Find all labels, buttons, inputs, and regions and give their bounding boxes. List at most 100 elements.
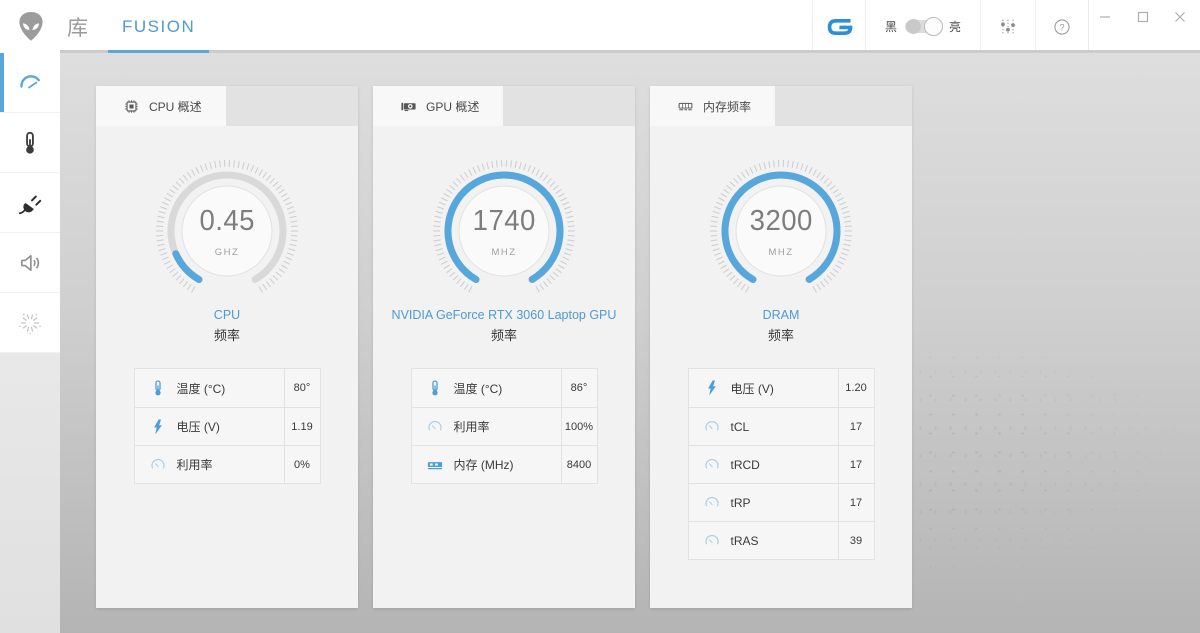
stat-label: 温度 (°C) [454, 380, 503, 397]
gpu-gauge-unit: MHZ [491, 247, 516, 258]
main-content: CPU 概述 0.45 GHZ CPU 频率 温度 [60, 53, 1200, 633]
cpu-gauge-sublabel: 频率 [214, 325, 240, 344]
gpu-gauge-value: 1740 [472, 205, 535, 238]
table-row: tCL17 [689, 407, 874, 445]
sidebar [0, 53, 60, 633]
utilization-icon [149, 456, 167, 474]
stat-value: 0% [284, 446, 320, 483]
titlebar: 库 FUSION 黑 亮 ? [0, 0, 1200, 53]
gpu-card-header: GPU 概述 [373, 86, 635, 126]
table-row: tRAS 39 [689, 521, 874, 559]
bolt-icon [149, 418, 167, 436]
speedometer-icon [17, 70, 43, 96]
sidebar-item-spray-burst[interactable] [0, 293, 60, 353]
theme-toggle-knob[interactable] [924, 17, 943, 36]
memory-frequency-card: 内存频率 3200 MHZ DRAM 频率 电压 ( [650, 86, 912, 608]
memory-gauge-unit: MHZ [768, 247, 793, 258]
utilization-icon [703, 532, 721, 550]
titlebar-left: 库 FUSION [0, 0, 812, 53]
table-row: 温度 (°C) 86° [412, 369, 597, 407]
table-row: tRP 17 [689, 483, 874, 521]
cpu-stats-table: 温度 (°C) 80° 电压 (V) 1.19 利用率 0% [134, 368, 321, 484]
close-button[interactable] [1174, 10, 1186, 22]
table-row: 温度 (°C) 80° [135, 369, 320, 407]
stat-value: 17 [838, 446, 874, 483]
theme-toggle-blob [906, 19, 921, 34]
memory-gauge-sublabel: 频率 [763, 325, 800, 344]
stat-value: 39 [838, 522, 874, 559]
stat-value: 8400 [561, 446, 597, 483]
cards-row: CPU 概述 0.45 GHZ CPU 频率 温度 [60, 53, 1200, 608]
utilization-icon [703, 456, 721, 474]
titlebar-right: 黑 亮 ? [812, 0, 1200, 53]
alienware-logo-icon [16, 8, 50, 46]
cpu-chip-icon [123, 98, 140, 115]
stat-label: tCL [731, 420, 750, 434]
cpu-gauge-unit: GHZ [215, 247, 240, 258]
speaker-icon [17, 250, 43, 276]
stat-label: 利用率 [454, 418, 490, 435]
stat-value: 100% [561, 408, 597, 445]
memory-card-body: 3200 MHZ DRAM 频率 电压 (V)1.20tCL17tRCD17tR… [650, 126, 912, 608]
stat-label: 利用率 [177, 456, 213, 473]
tab-fusion[interactable]: FUSION [114, 0, 203, 53]
bolt-icon [703, 379, 721, 397]
cpu-gauge: 0.45 GHZ [152, 156, 302, 306]
sidebar-item-thermometer[interactable] [0, 113, 60, 173]
cpu-card-tab: CPU 概述 [96, 86, 226, 126]
cpu-card-title: CPU 概述 [149, 98, 202, 115]
stat-label: 电压 (V) [731, 380, 774, 397]
theme-light-label: 亮 [949, 18, 961, 35]
window-controls [1088, 0, 1200, 53]
cpu-card-body: 0.45 GHZ CPU 频率 温度 (°C)80°电压 (V)1.19利用率0… [96, 126, 358, 608]
table-row: tRCD 17 [689, 445, 874, 483]
stat-label: 内存 (MHz) [454, 456, 514, 473]
gpu-gauge: 1740 MHZ [429, 156, 579, 306]
table-row: 利用率 0% [135, 445, 320, 483]
gpu-stats-table: 温度 (°C) 86° 利用率 100% 内存 (MHz) 8400 [411, 368, 598, 484]
stat-label: 电压 (V) [177, 418, 220, 435]
cpu-overview-card: CPU 概述 0.45 GHZ CPU 频率 温度 [96, 86, 358, 608]
theme-dark-label: 黑 [885, 18, 897, 35]
stat-label: tRP [731, 496, 751, 510]
settings-button[interactable] [980, 0, 1035, 53]
table-row: 利用率 100% [412, 407, 597, 445]
memory-gauge: 3200 MHZ [706, 156, 856, 306]
help-button[interactable]: ? [1035, 0, 1088, 53]
minimize-button[interactable] [1099, 10, 1111, 22]
ram-outline-icon [677, 98, 694, 115]
stat-value: 1.20 [838, 369, 874, 407]
stat-value: 80° [284, 369, 320, 407]
stat-label: tRAS [731, 534, 759, 548]
sidebar-item-speedometer[interactable] [0, 53, 60, 113]
table-row: 电压 (V) 1.19 [135, 407, 320, 445]
utilization-icon [426, 418, 444, 436]
theme-toggle-track[interactable] [905, 20, 941, 33]
gpu-card-tab: GPU 概述 [373, 86, 503, 126]
memory-card-tab: 内存频率 [650, 86, 775, 126]
g-mode-button[interactable] [812, 0, 865, 53]
memory-gauge-value: 3200 [749, 205, 812, 238]
settings-sliders-icon [997, 16, 1019, 38]
gpu-overview-card: GPU 概述 1740 MHZ NVIDIA GeForce RTX 3060 … [373, 86, 635, 608]
stat-value: 1.19 [284, 408, 320, 445]
sidebar-item-power-plug[interactable] [0, 173, 60, 233]
thermometer-icon [149, 379, 167, 397]
sidebar-item-speaker[interactable] [0, 233, 60, 293]
gpu-gauge-sublabel: 频率 [392, 325, 617, 344]
tab-library[interactable]: 库 [67, 12, 90, 42]
theme-toggle[interactable]: 黑 亮 [865, 0, 980, 53]
memory-card-title: 内存频率 [703, 98, 751, 115]
g-logo-icon [822, 13, 856, 41]
stat-value: 86° [561, 369, 597, 407]
stat-label: tRCD [731, 458, 760, 472]
stat-label: 温度 (°C) [177, 380, 226, 397]
thermometer-icon [426, 379, 444, 397]
help-icon: ? [1052, 17, 1072, 37]
power-plug-icon [17, 190, 43, 216]
memory-stats-table: 电压 (V) 1.20tCL17 tRCD 17 tRP 17 tRAS 39 [688, 368, 875, 560]
thermometer-icon [17, 130, 43, 156]
gpu-card-icon [400, 98, 417, 115]
maximize-button[interactable] [1137, 10, 1149, 22]
stat-value: 17 [838, 484, 874, 521]
